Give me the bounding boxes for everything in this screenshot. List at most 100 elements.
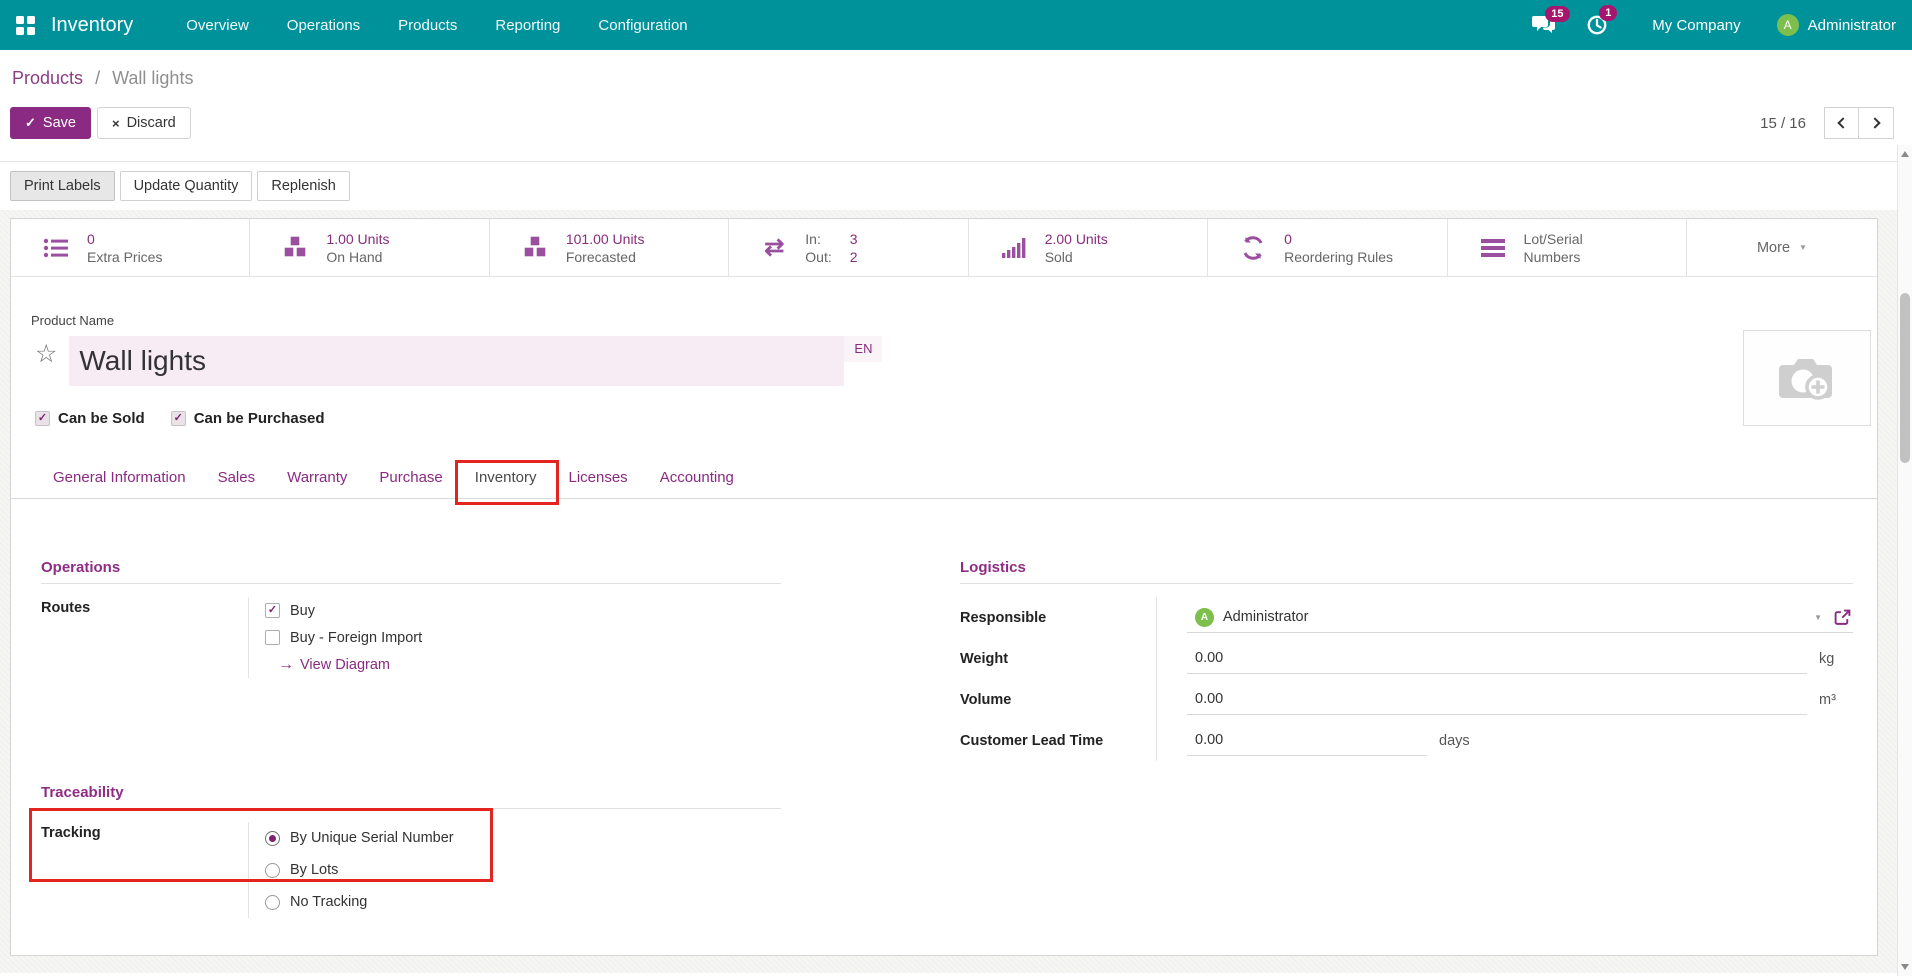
avatar: A — [1195, 608, 1214, 627]
user-name: Administrator — [1808, 17, 1896, 34]
exchange-icon: ⇄ — [759, 238, 789, 258]
discard-button[interactable]: × Discard — [97, 107, 191, 139]
volume-input[interactable] — [1195, 691, 1807, 707]
pager-previous-button[interactable] — [1824, 107, 1859, 139]
product-image-placeholder[interactable] — [1743, 330, 1871, 426]
in-label: In: — [805, 230, 831, 248]
can-be-purchased-checkbox[interactable]: Can be Purchased — [171, 410, 325, 427]
more-button[interactable]: More ▼ — [1687, 219, 1877, 276]
app-name[interactable]: Inventory — [51, 14, 133, 37]
tab-licenses[interactable]: Licenses — [552, 457, 643, 498]
messages-badge: 15 — [1545, 6, 1569, 22]
route-buy-foreign-import-option[interactable]: Buy - Foreign Import — [265, 624, 781, 651]
tracking-serial-option[interactable]: By Unique Serial Number — [265, 822, 781, 854]
messages-button[interactable]: 15 — [1532, 15, 1556, 35]
translation-language-badge[interactable]: EN — [844, 336, 882, 362]
customer-lead-time-input[interactable] — [1195, 732, 1427, 748]
breadcrumb-current: Wall lights — [112, 68, 193, 88]
stat-extra-prices[interactable]: 0 Extra Prices — [11, 219, 250, 276]
out-label: Out: — [805, 248, 831, 266]
tab-inventory[interactable]: Inventory — [459, 457, 553, 498]
operations-section-title: Operations — [41, 559, 781, 584]
pager-next-button[interactable] — [1859, 107, 1894, 139]
product-name-input[interactable] — [69, 345, 844, 377]
tab-general-information[interactable]: General Information — [37, 457, 202, 498]
chevron-down-icon[interactable]: ▼ — [1814, 613, 1822, 622]
menu-item-products[interactable]: Products — [379, 8, 476, 43]
can-be-sold-label: Can be Sold — [58, 410, 145, 427]
scroll-down-arrow[interactable] — [1901, 964, 1909, 970]
user-menu[interactable]: A Administrator — [1777, 14, 1896, 36]
stat-in-out[interactable]: ⇄ In: 3 Out: 2 — [729, 219, 968, 276]
vertical-scrollbar[interactable] — [1897, 145, 1912, 976]
menu-item-operations[interactable]: Operations — [268, 8, 379, 43]
save-button[interactable]: ✓ Save — [10, 107, 91, 139]
favorite-star-icon[interactable]: ☆ — [35, 342, 57, 367]
weight-input[interactable] — [1195, 650, 1807, 666]
tracking-label: Tracking — [41, 822, 248, 918]
in-value: 3 — [850, 230, 858, 248]
top-menu: Overview Operations Products Reporting C… — [167, 8, 706, 43]
logistics-section-title: Logistics — [960, 559, 1853, 584]
update-quantity-button[interactable]: Update Quantity — [120, 171, 253, 201]
product-form-sheet: 0 Extra Prices 1.00 Units On Hand — [10, 218, 1878, 956]
view-diagram-link[interactable]: → View Diagram — [278, 651, 781, 678]
weight-label: Weight — [960, 651, 1156, 667]
stat-value: 0 — [87, 230, 162, 248]
checkbox-checked-icon[interactable] — [265, 603, 280, 618]
stat-sold[interactable]: 2.00 Units Sold — [969, 219, 1208, 276]
tracking-serial-label: By Unique Serial Number — [290, 830, 454, 846]
responsible-field[interactable]: A Administrator ▼ — [1187, 602, 1853, 633]
radio-unselected-icon[interactable] — [265, 895, 280, 910]
customer-lead-time-field-wrap — [1187, 725, 1427, 756]
tracking-lots-option[interactable]: By Lots — [265, 854, 781, 886]
stat-forecasted[interactable]: 101.00 Units Forecasted — [490, 219, 729, 276]
tab-warranty[interactable]: Warranty — [271, 457, 363, 498]
tab-purchase[interactable]: Purchase — [363, 457, 458, 498]
tab-accounting[interactable]: Accounting — [644, 457, 750, 498]
activities-button[interactable]: 1 — [1586, 14, 1608, 36]
stat-label: On Hand — [326, 248, 389, 266]
stat-lot-serial-numbers[interactable]: Lot/Serial Numbers — [1448, 219, 1687, 276]
print-labels-button[interactable]: Print Labels — [10, 171, 115, 201]
stat-on-hand[interactable]: 1.00 Units On Hand — [250, 219, 489, 276]
inventory-tab-page: Operations Routes Buy Buy - Foreign Impo… — [11, 499, 1877, 918]
camera-plus-icon — [1776, 353, 1838, 403]
chevron-down-icon: ▼ — [1799, 243, 1807, 252]
menu-item-reporting[interactable]: Reporting — [476, 8, 579, 43]
action-button-row: Print Labels Update Quantity Replenish — [0, 162, 1912, 210]
stat-reordering-rules[interactable]: 0 Reordering Rules — [1208, 219, 1447, 276]
radio-selected-icon[interactable] — [265, 831, 280, 846]
menu-item-overview[interactable]: Overview — [167, 8, 268, 43]
product-name-label: Product Name — [31, 313, 1857, 328]
stat-label: Lot/Serial Numbers — [1524, 230, 1610, 266]
breadcrumb: Products / Wall lights — [0, 50, 1912, 91]
arrow-right-icon: → — [278, 656, 294, 674]
checkbox-unchecked-icon[interactable] — [265, 630, 280, 645]
external-link-icon[interactable] — [1834, 609, 1851, 626]
can-be-sold-checkbox[interactable]: Can be Sold — [35, 410, 145, 427]
company-switcher[interactable]: My Company — [1652, 17, 1740, 34]
tab-sales[interactable]: Sales — [202, 457, 272, 498]
radio-unselected-icon[interactable] — [265, 863, 280, 878]
can-be-purchased-label: Can be Purchased — [194, 410, 325, 427]
tracking-lots-label: By Lots — [290, 862, 338, 878]
tracking-none-option[interactable]: No Tracking — [265, 886, 781, 918]
menu-item-configuration[interactable]: Configuration — [579, 8, 706, 43]
control-panel: ✓ Save × Discard 15 / 16 — [0, 91, 1912, 162]
scrollbar-thumb[interactable] — [1900, 293, 1910, 463]
breadcrumb-products-link[interactable]: Products — [12, 68, 83, 88]
cubes-icon — [520, 235, 550, 260]
route-buy-option[interactable]: Buy — [265, 597, 781, 624]
apps-grid-icon[interactable] — [16, 16, 35, 35]
scroll-up-arrow[interactable] — [1901, 151, 1909, 157]
bars-icon — [1478, 238, 1508, 258]
chevron-right-icon — [1869, 117, 1880, 128]
activities-badge: 1 — [1599, 5, 1617, 21]
stat-value: 101.00 Units — [566, 230, 645, 248]
check-icon: ✓ — [25, 115, 36, 131]
replenish-button[interactable]: Replenish — [257, 171, 350, 201]
stat-label: Sold — [1045, 248, 1108, 266]
operations-section: Operations Routes Buy Buy - Foreign Impo… — [41, 559, 781, 678]
weight-unit: kg — [1819, 651, 1853, 667]
